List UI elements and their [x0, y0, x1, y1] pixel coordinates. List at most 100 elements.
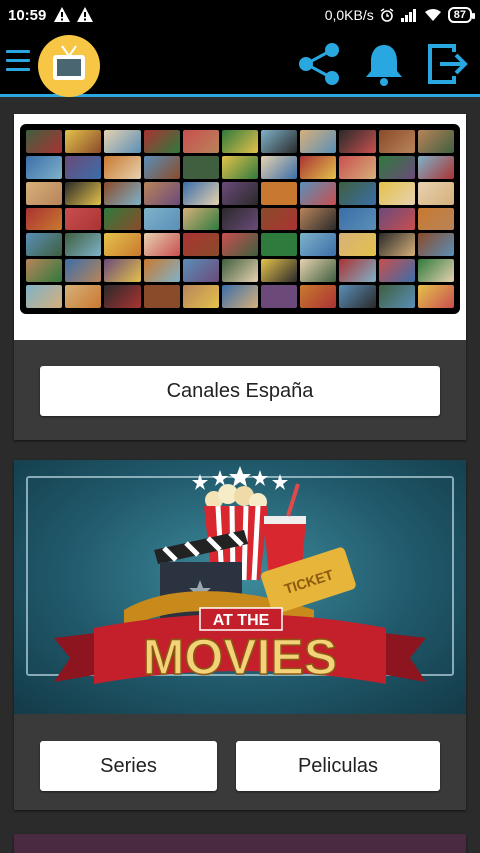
tv-screen-tile [65, 259, 102, 283]
tv-screen-tile [378, 155, 415, 179]
tv-screen-tile [26, 285, 63, 308]
hamburger-icon-bar [6, 68, 30, 71]
at-the-text: AT THE [213, 612, 270, 629]
tv-screen-tile [378, 233, 415, 257]
tv-channel-wall-image [14, 114, 466, 340]
tv-screen-tile [261, 181, 298, 205]
tv-screen-tile [339, 130, 376, 153]
tv-screen-tile [417, 207, 454, 231]
tv-screen-tile [26, 155, 63, 179]
tv-screen-tile [417, 285, 454, 308]
warning-icon [54, 7, 70, 22]
tv-screen-tile [300, 233, 337, 257]
at-the-movies-image: TICKET AT THE MOVIES [14, 460, 466, 714]
exit-icon[interactable] [424, 40, 472, 88]
tv-screen-tile [221, 181, 259, 205]
movies-artwork: TICKET AT THE MOVIES [54, 466, 426, 686]
hamburger-icon-bar [6, 59, 30, 62]
status-time: 10:59 [8, 7, 47, 24]
tv-screen-tile [104, 259, 141, 283]
tv-screen-tile [300, 181, 337, 205]
tv-screen-tile [261, 259, 298, 283]
tv-screen-grid [20, 124, 460, 314]
warning-icon [77, 7, 93, 22]
tv-screen-tile [182, 155, 219, 179]
tv-screen-tile [143, 181, 180, 205]
battery-indicator: 87 [447, 7, 476, 23]
tv-screen-tile [300, 259, 337, 283]
tv-screen-tile [378, 285, 415, 308]
app-logo [38, 35, 100, 97]
network-speed: 0,0KB/s [324, 7, 374, 23]
tv-screen-tile [378, 207, 415, 231]
tv-screen-tile [143, 233, 180, 257]
tv-icon [53, 55, 85, 80]
tv-screen-tile [339, 233, 376, 257]
tv-screen-tile [104, 207, 141, 231]
tv-screen-tile [300, 130, 337, 153]
tv-screen-tile [417, 259, 454, 283]
tv-screen-tile [339, 207, 376, 231]
tv-screen-tile [65, 181, 102, 205]
tv-screen-tile [378, 259, 415, 283]
tv-screen-tile [26, 259, 63, 283]
tv-screen-tile [261, 285, 298, 308]
tv-screen-tile [104, 130, 141, 153]
tv-screen-tile [300, 285, 337, 308]
tv-screen-tile [104, 285, 141, 308]
tv-screen-tile [339, 259, 376, 283]
tv-screen-tile [26, 181, 63, 205]
tv-screen-tile [182, 207, 219, 231]
tv-screen-tile [261, 233, 298, 257]
tv-screen-tile [26, 207, 63, 231]
tv-screen-tile [221, 285, 259, 308]
tv-screen-tile [417, 233, 454, 257]
tv-screen-tile [182, 130, 219, 153]
tv-screen-tile [339, 155, 376, 179]
tv-screen-tile [300, 207, 337, 231]
tv-screen-tile [26, 130, 63, 153]
status-bar: 10:59 0,0KB/s 87 [0, 0, 480, 32]
tv-screen-tile [143, 285, 180, 308]
tv-screen-tile [221, 233, 259, 257]
tv-screen-tile [104, 233, 141, 257]
tv-screen-tile [221, 259, 259, 283]
tv-screen-tile [182, 181, 219, 205]
series-button[interactable]: Series [40, 741, 217, 791]
tv-screen-tile [261, 130, 298, 153]
tv-screen-tile [143, 155, 180, 179]
movies-card: TICKET AT THE MOVIES Series Peliculas [14, 460, 466, 810]
tv-screen-tile [378, 130, 415, 153]
movies-text: MOVIES [143, 629, 337, 685]
stars-icon [192, 466, 288, 490]
tv-screen-tile [339, 181, 376, 205]
channels-card: Canales España [14, 114, 466, 440]
tv-screen-tile [378, 181, 415, 205]
menu-button[interactable] [6, 50, 30, 76]
share-icon[interactable] [296, 40, 344, 88]
tv-screen-tile [65, 233, 102, 257]
tv-screen-tile [339, 285, 376, 308]
tv-screen-tile [65, 130, 102, 153]
bell-icon[interactable] [360, 40, 408, 88]
canales-espana-button[interactable]: Canales España [40, 366, 440, 416]
tv-screen-tile [261, 155, 298, 179]
tv-screen-tile [143, 207, 180, 231]
tv-screen-tile [300, 155, 337, 179]
tv-screen-tile [143, 259, 180, 283]
tv-screen-tile [221, 130, 259, 153]
tv-screen-tile [182, 233, 219, 257]
signal-icon [400, 9, 416, 22]
wifi-icon [424, 9, 441, 21]
hamburger-icon [6, 50, 30, 53]
tv-screen-tile [417, 181, 454, 205]
tv-screen-tile [65, 207, 102, 231]
tv-screen-tile [182, 285, 219, 308]
tv-screen-tile [221, 207, 259, 231]
peliculas-button[interactable]: Peliculas [236, 741, 440, 791]
tv-screen-tile [26, 233, 63, 257]
tv-screen-tile [143, 130, 180, 153]
next-card-preview[interactable] [14, 834, 466, 853]
alarm-icon [380, 8, 394, 22]
tv-screen-tile [65, 285, 102, 308]
